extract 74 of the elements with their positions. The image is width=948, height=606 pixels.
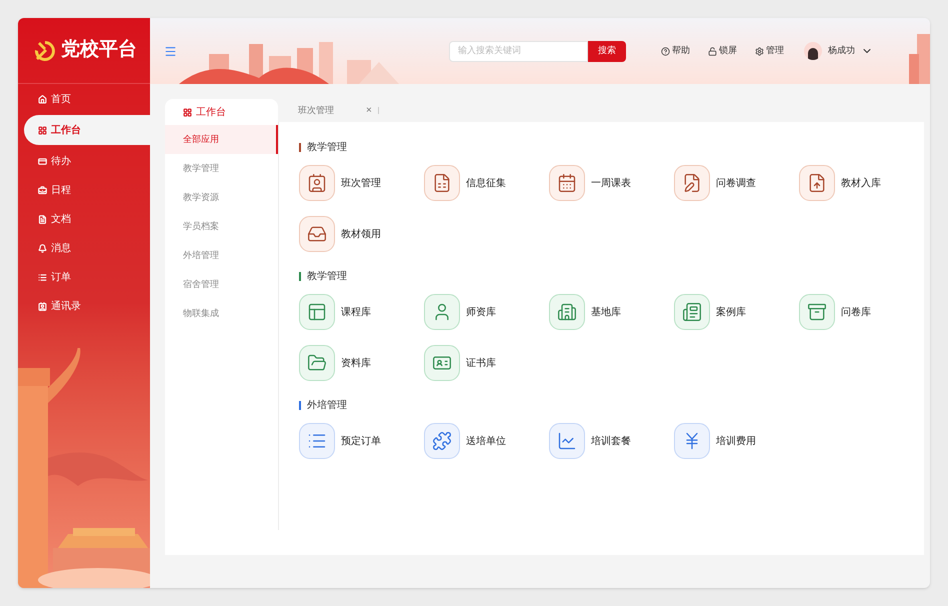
sidebar-item[interactable]: 文档 <box>24 206 150 232</box>
app-shortcut[interactable]: 教材领用 <box>299 216 424 252</box>
avatar[interactable] <box>804 42 822 60</box>
sidebar-item[interactable]: 工作台 <box>24 115 150 145</box>
document-edit-icon <box>682 173 702 193</box>
document-icon <box>38 214 47 224</box>
section-title: 教学管理 <box>307 270 347 284</box>
sidebar-item[interactable]: 订单 <box>24 264 150 290</box>
category-item[interactable]: 物联集成 <box>165 299 278 328</box>
grid-icon <box>183 108 192 116</box>
sidebar-item[interactable]: 消息 <box>24 235 150 261</box>
app-shortcut[interactable]: 问卷调查 <box>674 165 799 201</box>
category-item[interactable]: 教学资源 <box>165 183 278 212</box>
newspaper-icon <box>682 302 702 322</box>
panel-icon <box>307 302 327 322</box>
app-shortcut[interactable]: 培训费用 <box>674 423 799 459</box>
briefcase-icon <box>38 186 47 194</box>
document-upload-icon <box>807 173 827 193</box>
app-shortcut[interactable]: 送培单位 <box>424 423 549 459</box>
building-drawing <box>909 34 930 84</box>
bell-icon <box>38 244 47 252</box>
help-icon <box>661 46 670 56</box>
archive-icon <box>807 302 827 322</box>
lock-icon <box>708 46 717 56</box>
section-title: 教学管理 <box>307 141 347 155</box>
app-shortcut[interactable]: 证书库 <box>424 345 549 381</box>
app-shortcut[interactable]: 师资库 <box>424 294 549 330</box>
list-icon <box>38 272 47 282</box>
app-shortcut[interactable]: 培训套餐 <box>549 423 674 459</box>
app-shortcut[interactable]: 案例库 <box>674 294 799 330</box>
app-shortcut[interactable]: 资料库 <box>299 345 424 381</box>
app-shortcut[interactable]: 班次管理 <box>299 165 424 201</box>
puzzle-icon <box>432 431 452 451</box>
search-field[interactable]: 输入搜索关键词 <box>449 40 588 62</box>
app-shortcut[interactable]: 课程库 <box>299 294 424 330</box>
document-icon <box>432 173 452 193</box>
folder-icon <box>307 353 327 373</box>
panel-title: 工作台 <box>165 99 278 125</box>
tab[interactable]: 班次管理 <box>278 104 366 118</box>
header-link[interactable]: 管理 <box>755 44 784 58</box>
user-name[interactable]: 杨成功 <box>828 44 855 58</box>
app-shortcut[interactable]: 一周课表 <box>549 165 674 201</box>
building-icon <box>557 302 577 322</box>
search-button[interactable]: 搜索 <box>588 40 626 62</box>
app-shortcut[interactable]: 教材入库 <box>799 165 924 201</box>
settings-icon <box>755 46 764 56</box>
section-title: 外培管理 <box>307 398 347 413</box>
app-shortcut[interactable]: 信息征集 <box>424 165 549 201</box>
app-shortcut[interactable]: 基地库 <box>549 294 674 330</box>
card-icon <box>38 156 47 166</box>
sidebar-item[interactable]: 待办 <box>24 148 150 174</box>
category-item[interactable]: 学员档案 <box>165 212 278 241</box>
id-card-icon <box>307 173 327 193</box>
category-item[interactable]: 外培管理 <box>165 241 278 270</box>
app-shortcut[interactable]: 预定订单 <box>299 423 424 459</box>
contact-card-icon <box>38 302 47 310</box>
inbox-icon <box>307 224 327 244</box>
grid-icon <box>38 126 47 134</box>
app-shortcut[interactable]: 问卷库 <box>799 294 924 330</box>
sidebar-item[interactable]: 首页 <box>24 86 150 112</box>
sidebar-item[interactable]: 通讯录 <box>24 293 150 319</box>
header-link[interactable]: 帮助 <box>661 44 690 58</box>
home-icon <box>38 94 47 104</box>
calendar-icon <box>557 173 577 193</box>
header-link[interactable]: 锁屏 <box>708 44 737 58</box>
chart-icon <box>557 431 577 451</box>
category-item[interactable]: 全部应用 <box>165 125 278 154</box>
menu-icon[interactable] <box>164 44 177 58</box>
category-item[interactable]: 教学管理 <box>165 154 278 183</box>
sidebar-item[interactable]: 日程 <box>24 177 150 203</box>
search-input[interactable]: 输入搜索关键词 <box>450 44 587 58</box>
app-logo: 党校平台 <box>61 38 137 62</box>
tab-close-button[interactable]: × <box>366 103 372 118</box>
category-item[interactable]: 宿舍管理 <box>165 270 278 299</box>
